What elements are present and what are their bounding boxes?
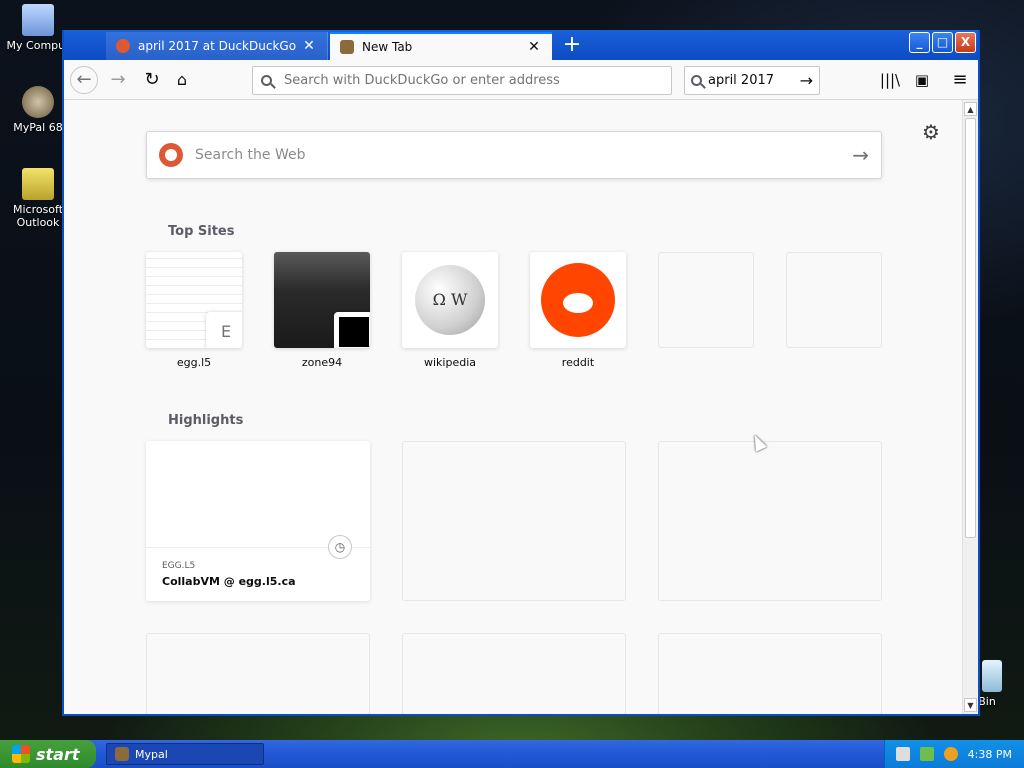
url-bar-placeholder: Search with DuckDuckGo or enter address — [284, 73, 560, 88]
duckduckgo-logo-icon — [159, 143, 183, 167]
desktop-icon-label: My Comput — [6, 39, 70, 52]
outlook-icon — [22, 168, 54, 200]
search-icon — [691, 75, 702, 86]
menu-icon[interactable]: ≡ — [946, 66, 974, 94]
window-controls: _ □ X — [909, 32, 976, 53]
site-badge — [334, 312, 370, 348]
back-icon[interactable]: ← — [70, 66, 98, 94]
site-thumbnail — [530, 252, 626, 348]
site-label: zone94 — [301, 356, 343, 369]
top-site-zone94[interactable]: zone94 — [274, 252, 370, 369]
site-thumbnail — [274, 252, 370, 348]
new-tab-button[interactable]: + — [560, 34, 584, 56]
web-search-box[interactable]: Search the Web → — [146, 131, 882, 179]
top-site-wikipedia[interactable]: Ω W wikipedia — [402, 252, 498, 369]
gear-icon[interactable]: ⚙ — [922, 120, 940, 144]
close-icon[interactable]: ✕ — [301, 38, 317, 54]
site-label: wikipedia — [423, 356, 476, 369]
highlight-title: CollabVM @ egg.l5.ca — [162, 575, 296, 588]
search-bar-value: april 2017 — [708, 73, 775, 88]
close-icon[interactable]: ✕ — [526, 39, 542, 55]
empty-site-slot — [786, 252, 882, 348]
site-thumbnail: Ω W — [402, 252, 498, 348]
new-tab-page: ⚙ Search the Web → Top Sites E egg.l5 zo… — [64, 100, 962, 714]
highlights-heading: Highlights — [168, 413, 244, 428]
tab-title: New Tab — [362, 40, 413, 54]
sidebar-icon[interactable]: ▣ — [908, 66, 936, 94]
close-window-button[interactable]: X — [955, 32, 976, 53]
tab-new-tab[interactable]: New Tab ✕ — [330, 32, 552, 60]
highlight-host: EGG.L5 — [162, 561, 196, 571]
search-arrow-icon[interactable]: → — [852, 143, 869, 167]
taskbar-item-mypal[interactable]: Mypal — [106, 743, 264, 765]
keyboard-icon[interactable] — [895, 747, 910, 761]
search-bar[interactable]: april 2017 → — [684, 66, 820, 95]
home-icon[interactable]: ⌂ — [168, 66, 196, 94]
minimize-button[interactable]: _ — [909, 32, 930, 53]
wikipedia-globe-icon: Ω W — [415, 265, 485, 335]
computer-icon — [22, 4, 54, 36]
system-tray: 4:38 PM — [884, 740, 1024, 768]
duckduckgo-favicon-icon — [116, 39, 130, 53]
tab-title: april 2017 at DuckDuckGo — [138, 39, 297, 53]
mypal-icon — [115, 747, 129, 761]
reddit-face — [563, 293, 593, 313]
recycle-bin-icon — [982, 660, 1002, 692]
forward-icon[interactable]: → — [104, 66, 132, 94]
top-site-egg[interactable]: E egg.l5 — [146, 252, 242, 369]
taskbar-item-label: Mypal — [135, 747, 168, 761]
start-label: start — [36, 744, 80, 764]
highlight-empty-slot — [658, 441, 882, 601]
desktop-icon-label: MyPal 68 — [13, 121, 63, 134]
clock-icon: ◷ — [328, 535, 352, 559]
site-badge: E — [206, 312, 242, 348]
scroll-up-arrow-icon[interactable]: ▲ — [964, 102, 977, 116]
highlight-preview — [146, 441, 370, 548]
highlight-empty-slot — [402, 633, 626, 714]
highlight-empty-slot — [146, 633, 370, 714]
navigation-toolbar: ← → ↻ ⌂ Search with DuckDuckGo or enter … — [64, 60, 978, 100]
browser-window: april 2017 at DuckDuckGo ✕ New Tab ✕ + _… — [62, 30, 980, 716]
mypal-favicon-icon — [340, 40, 354, 54]
library-icon[interactable]: |||\ — [876, 66, 904, 94]
search-tray-icon[interactable] — [943, 747, 958, 761]
desktop-icon-label: Microsoft Outlook — [12, 203, 64, 229]
network-icon[interactable] — [919, 747, 934, 761]
site-label: egg.l5 — [176, 356, 212, 369]
site-label: reddit — [561, 356, 595, 369]
top-site-empty — [786, 252, 882, 348]
top-sites-heading: Top Sites — [168, 224, 235, 239]
reddit-logo-icon — [541, 263, 615, 337]
reload-icon[interactable]: ↻ — [138, 66, 166, 94]
web-search-placeholder: Search the Web — [195, 147, 306, 163]
scroll-thumb[interactable] — [965, 118, 976, 538]
top-site-reddit[interactable]: reddit — [530, 252, 626, 369]
go-arrow-icon[interactable]: → — [800, 71, 813, 90]
clock: 4:38 PM — [967, 747, 1012, 761]
vertical-scrollbar[interactable]: ▲ ▼ — [962, 100, 978, 714]
url-bar[interactable]: Search with DuckDuckGo or enter address — [252, 66, 672, 95]
highlight-empty-slot — [658, 633, 882, 714]
top-site-empty — [658, 252, 754, 348]
highlight-empty-slot — [402, 441, 626, 601]
tab-duckduckgo[interactable]: april 2017 at DuckDuckGo ✕ — [106, 32, 328, 60]
maximize-button[interactable]: □ — [932, 32, 953, 53]
highlight-card[interactable]: ◷ EGG.L5 CollabVM @ egg.l5.ca — [146, 441, 370, 601]
search-icon — [261, 75, 272, 86]
site-thumbnail: E — [146, 252, 242, 348]
tab-bar: april 2017 at DuckDuckGo ✕ New Tab ✕ + _… — [64, 30, 978, 60]
scroll-down-arrow-icon[interactable]: ▼ — [964, 698, 977, 712]
mypal-icon — [22, 86, 54, 118]
windows-logo-icon — [12, 745, 30, 763]
taskbar: start Mypal 4:38 PM — [0, 740, 1024, 768]
start-button[interactable]: start — [0, 740, 96, 768]
empty-site-slot — [658, 252, 754, 348]
